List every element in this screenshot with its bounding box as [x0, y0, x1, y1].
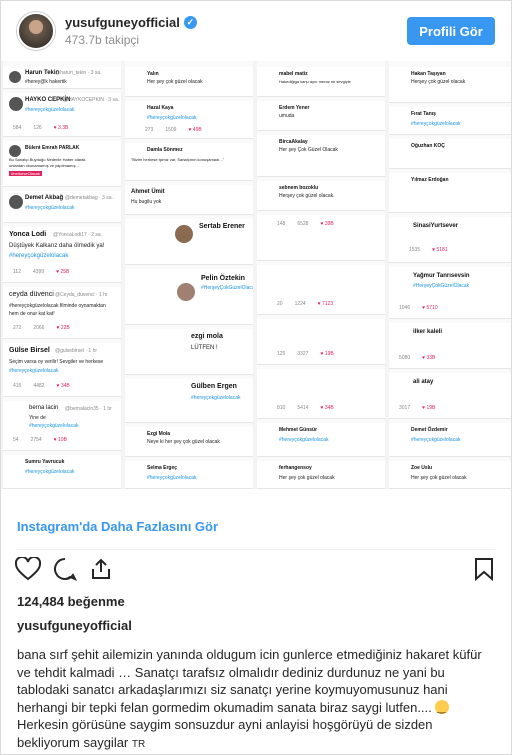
tweet-card: berna lacin @bernalacin35 · 1 hr Yine de…: [3, 401, 121, 451]
tweet-card: Yonca Lodi @YoncaLodi17 · 2 sa. Düştüyek…: [3, 227, 121, 283]
divider: [17, 549, 495, 550]
collage-column: Hakan Taşıyan Herşey çok güzel olacak Fır…: [389, 61, 511, 489]
tweet-card: Bülent Emrah PARLAK Bu Sanatçı Buyduğu N…: [3, 141, 121, 187]
tweet-text: #herey@k hakertik: [25, 79, 67, 85]
username[interactable]: yusufguneyofficial: [65, 15, 180, 30]
comment-icon[interactable]: [53, 557, 78, 586]
tweet-handle: @harun_tekin · 3 sa.: [55, 70, 102, 76]
tweet-card: HAYKO CEPKİN @HAYKOCEPKIN · 3 sa. #herey…: [3, 93, 121, 137]
tweet-card: Gülse Birsel @gulsebirsel · 1 hr Seçim v…: [3, 343, 121, 397]
like-count[interactable]: 124,484 beğenme: [17, 594, 125, 609]
collage-column: mabel matiz Hakediğiga karşı aynı meraz n…: [257, 61, 385, 489]
username-line: yusufguneyofficial ✓: [65, 15, 197, 30]
tweet-card: ceyda düvenci @Ceyda_duvenci · 1 hr #her…: [3, 287, 121, 339]
caption-part-1: bana sırf şehit ailemizin yanında oldugu…: [17, 647, 482, 715]
tweet-card: Harun Tekin @harun_tekin · 3 sa. #herey@…: [3, 67, 121, 89]
caption-username[interactable]: yusufguneyofficial: [17, 618, 132, 633]
heart-icon[interactable]: [14, 555, 42, 586]
user-block: yusufguneyofficial ✓ 473.7b takipçi: [65, 15, 197, 47]
smile-emoji-icon: [435, 699, 450, 717]
collage-column: Harun Tekin @harun_tekin · 3 sa. #herey@…: [3, 61, 121, 489]
tweet-card: Demet Akbağ @demetakbag · 3 sa. #hereyço…: [3, 191, 121, 223]
flag-emoji: TR: [131, 738, 146, 750]
view-profile-button[interactable]: Profili Gör: [407, 17, 495, 45]
post-actions: [14, 555, 113, 586]
post-image-collage[interactable]: Harun Tekin @harun_tekin · 3 sa. #herey@…: [1, 61, 511, 489]
caption-text: bana sırf şehit ailemizin yanında oldugu…: [17, 646, 489, 754]
share-icon[interactable]: [89, 557, 113, 586]
avatar[interactable]: [17, 12, 55, 50]
bookmark-icon[interactable]: [473, 557, 495, 586]
post-header: yusufguneyofficial ✓ 473.7b takipçi Prof…: [1, 1, 511, 61]
tweet-card: Sumru Yavrucuk #hereyçokgüzelolacak: [3, 455, 121, 489]
instagram-embed: yusufguneyofficial ✓ 473.7b takipçi Prof…: [0, 0, 512, 755]
caption-part-2: Herkesin görüsüne saygim sonsuzdur ayni …: [17, 717, 433, 750]
collage-column: Yalın Her şey çok güzel olacak Hazal Kaya…: [125, 61, 253, 489]
view-more-on-instagram-link[interactable]: Instagram'da Daha Fazlasını Gör: [17, 519, 218, 534]
follower-count: 473.7b takipçi: [65, 33, 140, 47]
verified-icon: ✓: [183, 16, 197, 29]
